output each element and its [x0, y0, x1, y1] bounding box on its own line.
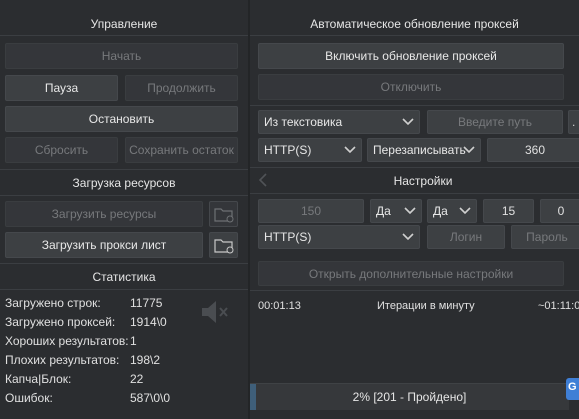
control-header: Управление: [90, 17, 158, 31]
settings-value-3[interactable]: 0: [540, 199, 579, 223]
path-input[interactable]: Введите путь: [427, 110, 563, 134]
divider: [250, 290, 579, 291]
pane-divider: [248, 0, 250, 419]
chevron-down-icon: [344, 146, 356, 154]
login-input[interactable]: Логин: [427, 225, 505, 249]
divider: [250, 167, 579, 168]
stat-label-errors: Ошибок:: [5, 391, 53, 405]
protocol-select[interactable]: HTTP(S): [258, 138, 362, 162]
stat-label-bad: Плохих результатов:: [5, 353, 120, 367]
chevron-down-icon: [459, 207, 471, 215]
stat-value-good: 1: [130, 334, 137, 348]
start-button[interactable]: Начать: [5, 43, 238, 69]
open-advanced-settings-button[interactable]: Открыть дополнительные настройки: [258, 261, 564, 286]
divider: [0, 169, 248, 170]
save-rest-button[interactable]: Сохранить остаток: [125, 137, 238, 163]
stat-label-proxies: Загружено проксей:: [5, 315, 116, 329]
source-select-value: Из текстовика: [264, 115, 343, 129]
load-resources-button[interactable]: Загрузить ресурсы: [5, 201, 203, 227]
disable-update-button[interactable]: Отключить: [258, 74, 564, 100]
stats-header: Статистика: [92, 270, 156, 284]
settings-value-1[interactable]: 150: [258, 199, 364, 223]
yes-select-2-value: Да: [433, 204, 448, 218]
stat-label-lines: Загружено строк:: [5, 296, 101, 310]
settings-header: Настройки: [393, 174, 453, 188]
folder-icon: [214, 239, 234, 254]
speaker-muted-icon[interactable]: [198, 298, 232, 326]
progress-text: 2% [201 - Пройдено]: [352, 390, 467, 404]
settings-value-2[interactable]: 15: [483, 199, 534, 223]
translate-icon: G: [568, 381, 577, 393]
stat-value-errors: 587\0\0: [130, 391, 171, 405]
resources-header: Загрузка ресурсов: [72, 176, 176, 190]
divider: [250, 35, 579, 36]
stat-label-good: Хороших результатов:: [5, 334, 129, 348]
password-input[interactable]: Пароль: [511, 225, 579, 249]
remaining-time: ~01:11:0: [538, 300, 579, 312]
divider: [250, 193, 579, 194]
path-browse-icon: .: [572, 115, 576, 129]
pause-button[interactable]: Пауза: [5, 75, 118, 101]
mode-select[interactable]: Перезаписывать: [367, 138, 481, 162]
yes-select-1-value: Да: [376, 204, 391, 218]
folder-icon: [214, 208, 234, 223]
stat-value-lines: 11775: [130, 296, 163, 310]
divider: [250, 105, 579, 106]
reset-button[interactable]: Сбросить: [5, 137, 118, 163]
chevron-down-icon: [404, 207, 416, 215]
stat-value-captcha: 22: [130, 372, 144, 386]
stat-label-captcha: Капча|Блок:: [5, 372, 72, 386]
load-proxy-list-button[interactable]: Загрузить прокси лист: [5, 232, 203, 258]
protocol-select-value: HTTP(S): [264, 143, 312, 157]
stat-value-bad: 198\2: [130, 353, 161, 367]
source-select[interactable]: Из текстовика: [258, 110, 420, 134]
iterations-label: Итерации в минуту: [377, 300, 475, 312]
elapsed-time: 00:01:13: [258, 300, 301, 312]
yes-select-1[interactable]: Да: [370, 199, 422, 223]
divider: [0, 195, 248, 196]
chevron-down-icon: [463, 146, 475, 154]
path-browse-button[interactable]: .: [568, 110, 579, 134]
chevron-down-icon: [402, 118, 414, 126]
open-proxy-folder-button[interactable]: [209, 232, 238, 258]
divider: [0, 35, 248, 36]
yes-select-2[interactable]: Да: [427, 199, 477, 223]
divider: [0, 263, 248, 264]
divider: [0, 289, 248, 290]
auto-update-header: Автоматическое обновление проксей: [310, 17, 519, 31]
mode-select-value: Перезаписывать: [373, 143, 466, 157]
chevron-down-icon: [402, 233, 414, 241]
translate-badge[interactable]: G: [566, 378, 579, 400]
stat-value-proxies: 1914\0: [130, 315, 167, 329]
protocol-select-2[interactable]: HTTP(S): [258, 225, 420, 249]
interval-input[interactable]: 360: [487, 138, 579, 162]
stop-button[interactable]: Остановить: [5, 106, 238, 132]
protocol-select-2-value: HTTP(S): [264, 230, 312, 244]
open-resources-folder-button[interactable]: [209, 201, 238, 227]
enable-update-button[interactable]: Включить обновление проксей: [258, 43, 564, 69]
resume-button[interactable]: Продолжить: [125, 75, 238, 101]
progress-bar: 2% [201 - Пройдено]: [250, 383, 569, 410]
